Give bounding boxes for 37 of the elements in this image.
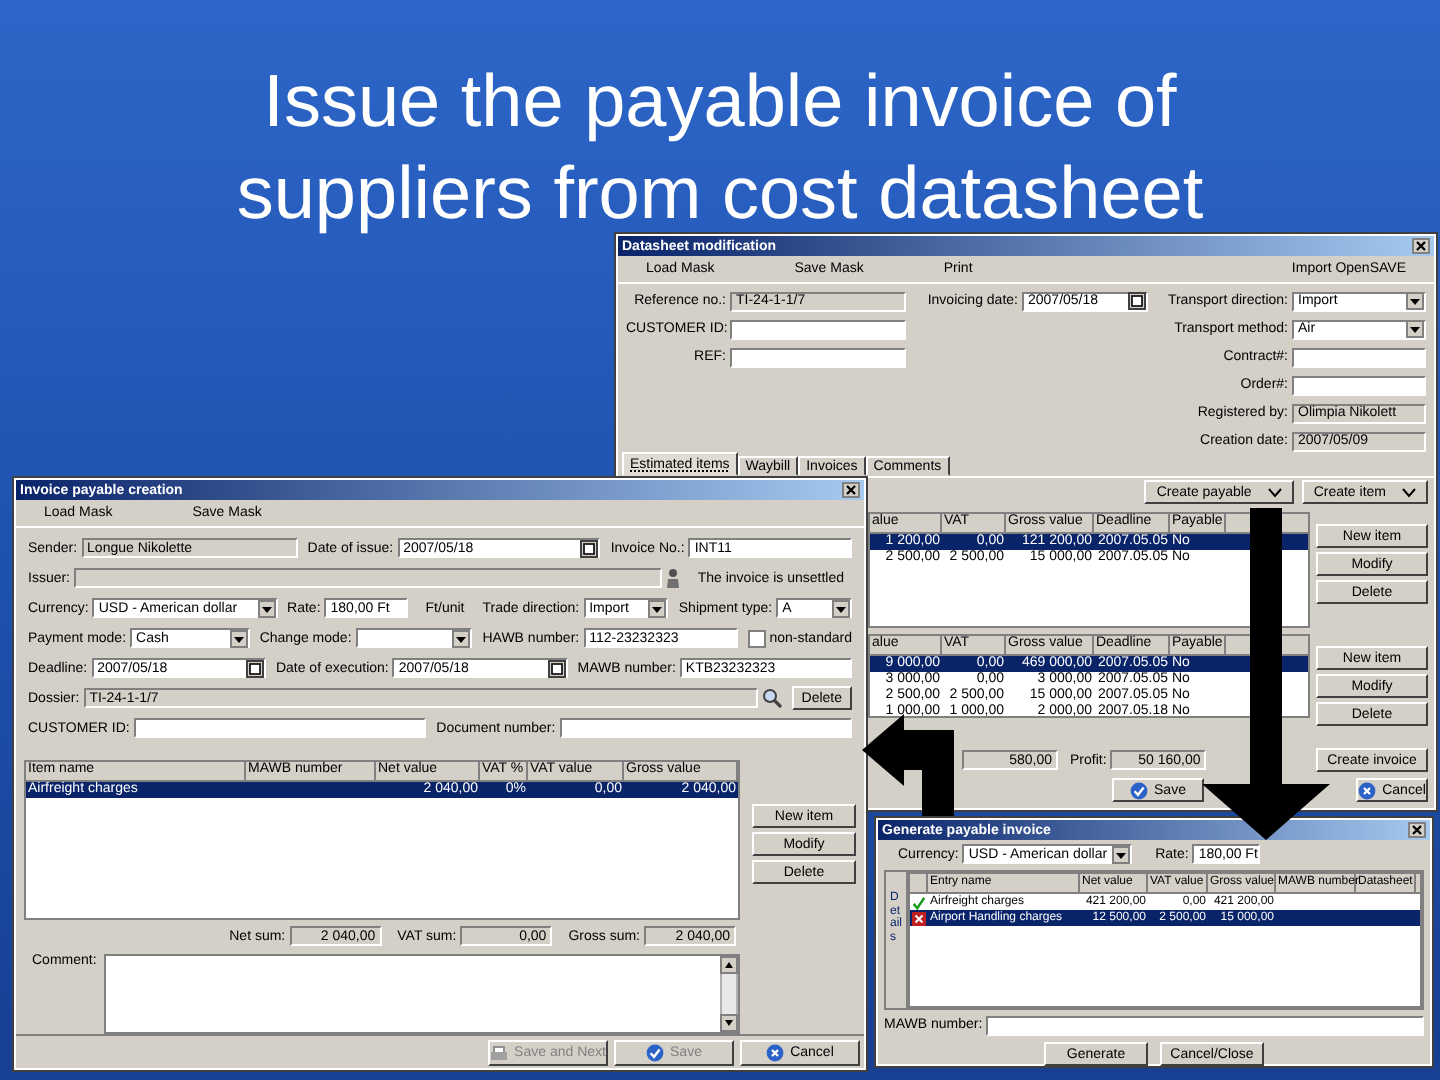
text-field[interactable] [1292,375,1426,395]
cancel-icon [1358,781,1377,799]
dropdown-icon[interactable] [257,599,276,617]
text-field[interactable] [730,319,906,339]
caret-icon [1402,487,1416,497]
scrollbar[interactable] [720,956,738,1032]
bent-arrow [862,714,954,816]
calendar-icon[interactable] [1128,292,1146,310]
checkbox[interactable] [747,629,766,647]
text-field[interactable] [133,718,427,738]
person-icon[interactable] [665,568,680,588]
close-icon[interactable] [1408,822,1426,838]
check-icon [1130,781,1149,799]
cancel-icon [766,1044,785,1062]
printer-icon [490,1045,509,1061]
dropdown-icon[interactable] [452,629,471,647]
caret-icon [1267,487,1282,497]
close-icon[interactable] [842,482,860,498]
dropdown-icon[interactable] [648,599,667,617]
dropdown-icon[interactable] [1111,845,1130,863]
calendar-icon[interactable] [580,539,599,557]
dropdown-icon[interactable] [832,599,851,617]
dropdown-icon[interactable] [1406,320,1424,338]
close-icon[interactable] [1412,238,1430,254]
text-field[interactable] [1292,347,1426,367]
dropdown-field[interactable] [355,628,473,648]
calendar-icon[interactable] [547,659,566,677]
comment-field[interactable] [104,954,740,1034]
text-field[interactable] [986,1015,1424,1035]
dropdown-icon[interactable] [229,629,248,647]
text-field[interactable] [559,718,853,738]
calendar-icon[interactable] [245,659,264,677]
text-field[interactable] [730,347,906,367]
slide-title: Issue the payable invoice of suppliers from cost datasheet [234,58,1206,238]
search-icon[interactable] [761,688,782,708]
check-icon [646,1044,665,1062]
dropdown-icon[interactable] [1406,292,1424,310]
